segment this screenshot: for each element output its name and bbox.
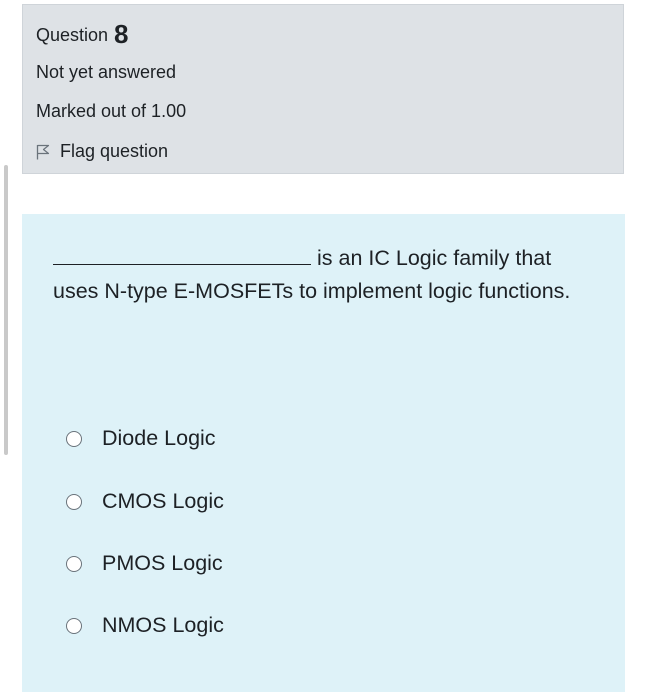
option-nmos-logic[interactable]: NMOS Logic bbox=[66, 613, 224, 638]
question-label: Question bbox=[36, 25, 109, 45]
flag-question-link[interactable]: Flag question bbox=[36, 141, 168, 162]
radio-button[interactable] bbox=[66, 430, 82, 447]
option-cmos-logic[interactable]: CMOS Logic bbox=[66, 489, 224, 514]
question-content: is an IC Logic family that uses N-type E… bbox=[22, 214, 625, 692]
flag-icon bbox=[36, 144, 50, 159]
answer-blank bbox=[53, 242, 311, 265]
option-label: NMOS Logic bbox=[102, 613, 224, 637]
radio-button[interactable] bbox=[66, 493, 82, 510]
option-label: Diode Logic bbox=[102, 426, 216, 450]
question-state: Not yet answered bbox=[36, 62, 177, 82]
question-text: is an IC Logic family that uses N-type E… bbox=[53, 242, 593, 308]
question-title: Question 8 bbox=[36, 19, 129, 50]
option-label: PMOS Logic bbox=[102, 551, 223, 575]
question-number: 8 bbox=[114, 19, 129, 49]
question-grade: Marked out of 1.00 bbox=[36, 101, 187, 121]
option-label: CMOS Logic bbox=[102, 489, 224, 513]
question-info-panel: Question 8 Not yet answered Marked out of… bbox=[22, 4, 624, 174]
radio-button[interactable] bbox=[66, 555, 82, 572]
option-diode-logic[interactable]: Diode Logic bbox=[66, 426, 216, 451]
scrollbar[interactable] bbox=[4, 165, 8, 455]
option-pmos-logic[interactable]: PMOS Logic bbox=[66, 551, 223, 576]
flag-question-label: Flag question bbox=[60, 141, 169, 161]
radio-button[interactable] bbox=[66, 617, 82, 634]
